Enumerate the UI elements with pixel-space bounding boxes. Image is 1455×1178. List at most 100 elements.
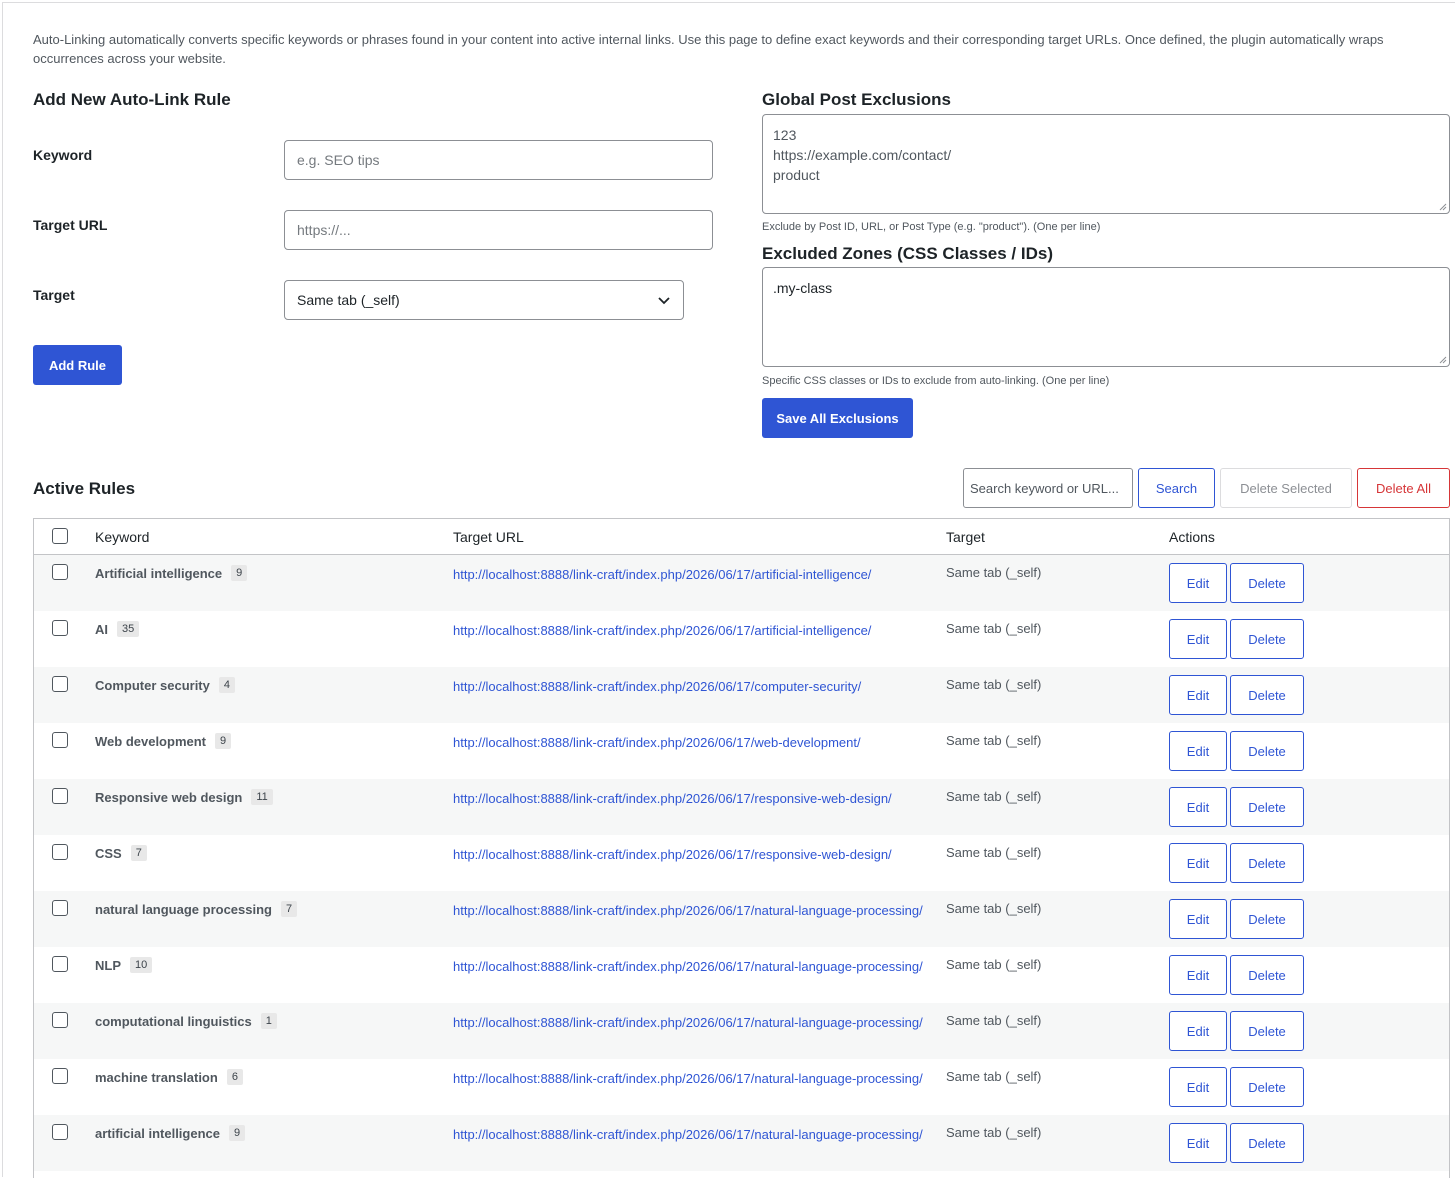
column-actions: Actions <box>1169 529 1215 545</box>
edit-button[interactable]: Edit <box>1169 899 1227 939</box>
keyword-text: Computer security <box>95 677 210 693</box>
edit-button[interactable]: Edit <box>1169 787 1227 827</box>
delete-button[interactable]: Delete <box>1230 899 1304 939</box>
delete-button[interactable]: Delete <box>1230 1011 1304 1051</box>
post-exclusions-title: Global Post Exclusions <box>762 90 951 109</box>
add-rule-button[interactable]: Add Rule <box>33 345 122 385</box>
usage-count-badge: 4 <box>218 677 235 693</box>
row-checkbox[interactable] <box>52 900 68 916</box>
edit-button[interactable]: Edit <box>1169 1011 1227 1051</box>
delete-button[interactable]: Delete <box>1230 731 1304 771</box>
delete-button[interactable]: Delete <box>1230 619 1304 659</box>
keyword-text: Responsive web design <box>95 789 243 805</box>
table-row: natural language processing 7 http://local… <box>34 891 1449 947</box>
delete-button[interactable]: Delete <box>1230 1123 1304 1163</box>
delete-button[interactable]: Delete <box>1230 563 1304 603</box>
column-keyword: Keyword <box>95 529 150 545</box>
delete-button[interactable]: Delete <box>1230 1067 1304 1107</box>
row-checkbox[interactable] <box>52 1012 68 1028</box>
row-checkbox[interactable] <box>52 1124 68 1140</box>
edit-button[interactable]: Edit <box>1169 955 1227 995</box>
post-exclusions-textarea[interactable]: 123 https://example.com/contact/ product <box>762 114 1450 214</box>
delete-selected-button[interactable]: Delete Selected <box>1220 468 1352 508</box>
rule-target-url-link[interactable]: http://localhost:8888/link-craft/index.p… <box>453 621 933 641</box>
search-input[interactable] <box>963 468 1133 508</box>
column-target-url: Target URL <box>453 529 524 545</box>
edit-button[interactable]: Edit <box>1169 731 1227 771</box>
post-exclusions-help: Exclude by Post ID, URL, or Post Type (e… <box>762 221 1101 233</box>
row-checkbox[interactable] <box>52 1068 68 1084</box>
rule-target-url-link[interactable]: http://localhost:8888/link-craft/index.p… <box>453 677 933 697</box>
rule-target: Same tab (_self) <box>946 901 1042 916</box>
keyword-text: NLP <box>95 957 121 973</box>
rule-target: Same tab (_self) <box>946 565 1042 580</box>
edit-button[interactable]: Edit <box>1169 843 1227 883</box>
rule-target-url-link[interactable]: http://localhost:8888/link-craft/index.p… <box>453 957 933 977</box>
usage-count-badge: 9 <box>229 1125 246 1141</box>
rule-target-url-link[interactable]: http://localhost:8888/link-craft/index.p… <box>453 789 933 809</box>
usage-count-badge: 11 <box>251 789 273 805</box>
usage-count-badge: 1 <box>260 1013 277 1029</box>
rule-target-url-link[interactable]: http://localhost:8888/link-craft/index.p… <box>453 565 933 585</box>
rule-target-url-link[interactable]: http://localhost:8888/link-craft/index.p… <box>453 845 933 865</box>
rule-target-url-link[interactable]: http://localhost:8888/link-craft/index.p… <box>453 901 933 921</box>
resize-handle-icon[interactable] <box>1439 356 1447 364</box>
rule-keyword: NLP 10 <box>95 957 153 973</box>
keyword-text: Artificial intelligence <box>95 565 223 581</box>
edit-button[interactable]: Edit <box>1169 619 1227 659</box>
keyword-input[interactable] <box>284 140 713 180</box>
rule-target: Same tab (_self) <box>946 733 1042 748</box>
rule-target: Same tab (_self) <box>946 621 1042 636</box>
excluded-zones-textarea[interactable]: .my-class <box>762 267 1450 367</box>
keyword-text: computational linguistics <box>95 1013 252 1029</box>
edit-button[interactable]: Edit <box>1169 1067 1227 1107</box>
row-checkbox[interactable] <box>52 620 68 636</box>
rule-target-url-link[interactable]: http://localhost:8888/link-craft/index.p… <box>453 1069 933 1089</box>
row-checkbox[interactable] <box>52 844 68 860</box>
usage-count-badge: 7 <box>281 901 298 917</box>
target-select[interactable]: Same tab (_self) <box>284 280 684 320</box>
keyword-text: AI <box>95 621 108 637</box>
rule-target-url-link[interactable]: http://localhost:8888/link-craft/index.p… <box>453 1013 933 1033</box>
delete-all-button[interactable]: Delete All <box>1357 468 1450 508</box>
select-all-checkbox[interactable] <box>52 528 68 544</box>
rule-target: Same tab (_self) <box>946 1013 1042 1028</box>
rule-keyword: Responsive web design 11 <box>95 789 273 805</box>
row-checkbox[interactable] <box>52 732 68 748</box>
table-header: Keyword Target URL Target Actions <box>34 519 1449 555</box>
rule-target: Same tab (_self) <box>946 957 1042 972</box>
delete-button[interactable]: Delete <box>1230 675 1304 715</box>
zone-exclusion-line: .my-class <box>773 280 833 296</box>
rule-target: Same tab (_self) <box>946 677 1042 692</box>
search-button[interactable]: Search <box>1138 468 1215 508</box>
table-row: AI 35 http://localhost:8888/link-craft/ind… <box>34 611 1449 667</box>
keyword-text: machine translation <box>95 1069 218 1085</box>
row-checkbox[interactable] <box>52 788 68 804</box>
column-target: Target <box>946 529 985 545</box>
keyword-text: natural language processing <box>95 901 272 917</box>
row-checkbox[interactable] <box>52 676 68 692</box>
rule-keyword: natural language processing 7 <box>95 901 298 917</box>
delete-button[interactable]: Delete <box>1230 955 1304 995</box>
rule-target-url-link[interactable]: http://localhost:8888/link-craft/index.p… <box>453 1125 933 1145</box>
rule-target: Same tab (_self) <box>946 845 1042 860</box>
edit-button[interactable]: Edit <box>1169 563 1227 603</box>
resize-handle-icon[interactable] <box>1439 203 1447 211</box>
rule-keyword: artificial intelligence 9 <box>95 1125 246 1141</box>
edit-button[interactable]: Edit <box>1169 675 1227 715</box>
row-checkbox[interactable] <box>52 564 68 580</box>
rule-target-url-link[interactable]: http://localhost:8888/link-craft/index.p… <box>453 733 933 753</box>
usage-count-badge: 35 <box>117 621 140 637</box>
rule-keyword: Artificial intelligence 9 <box>95 565 248 581</box>
target-url-input[interactable] <box>284 210 713 250</box>
delete-button[interactable]: Delete <box>1230 843 1304 883</box>
edit-button[interactable]: Edit <box>1169 1123 1227 1163</box>
save-exclusions-button[interactable]: Save All Exclusions <box>762 398 913 438</box>
keyword-text: artificial intelligence <box>95 1125 220 1141</box>
delete-button[interactable]: Delete <box>1230 787 1304 827</box>
rule-keyword: Web development 9 <box>95 733 232 749</box>
excluded-zones-help: Specific CSS classes or IDs to exclude f… <box>762 375 1110 387</box>
active-rules-title: Active Rules <box>33 479 136 498</box>
rule-keyword: Computer security 4 <box>95 677 235 693</box>
row-checkbox[interactable] <box>52 956 68 972</box>
